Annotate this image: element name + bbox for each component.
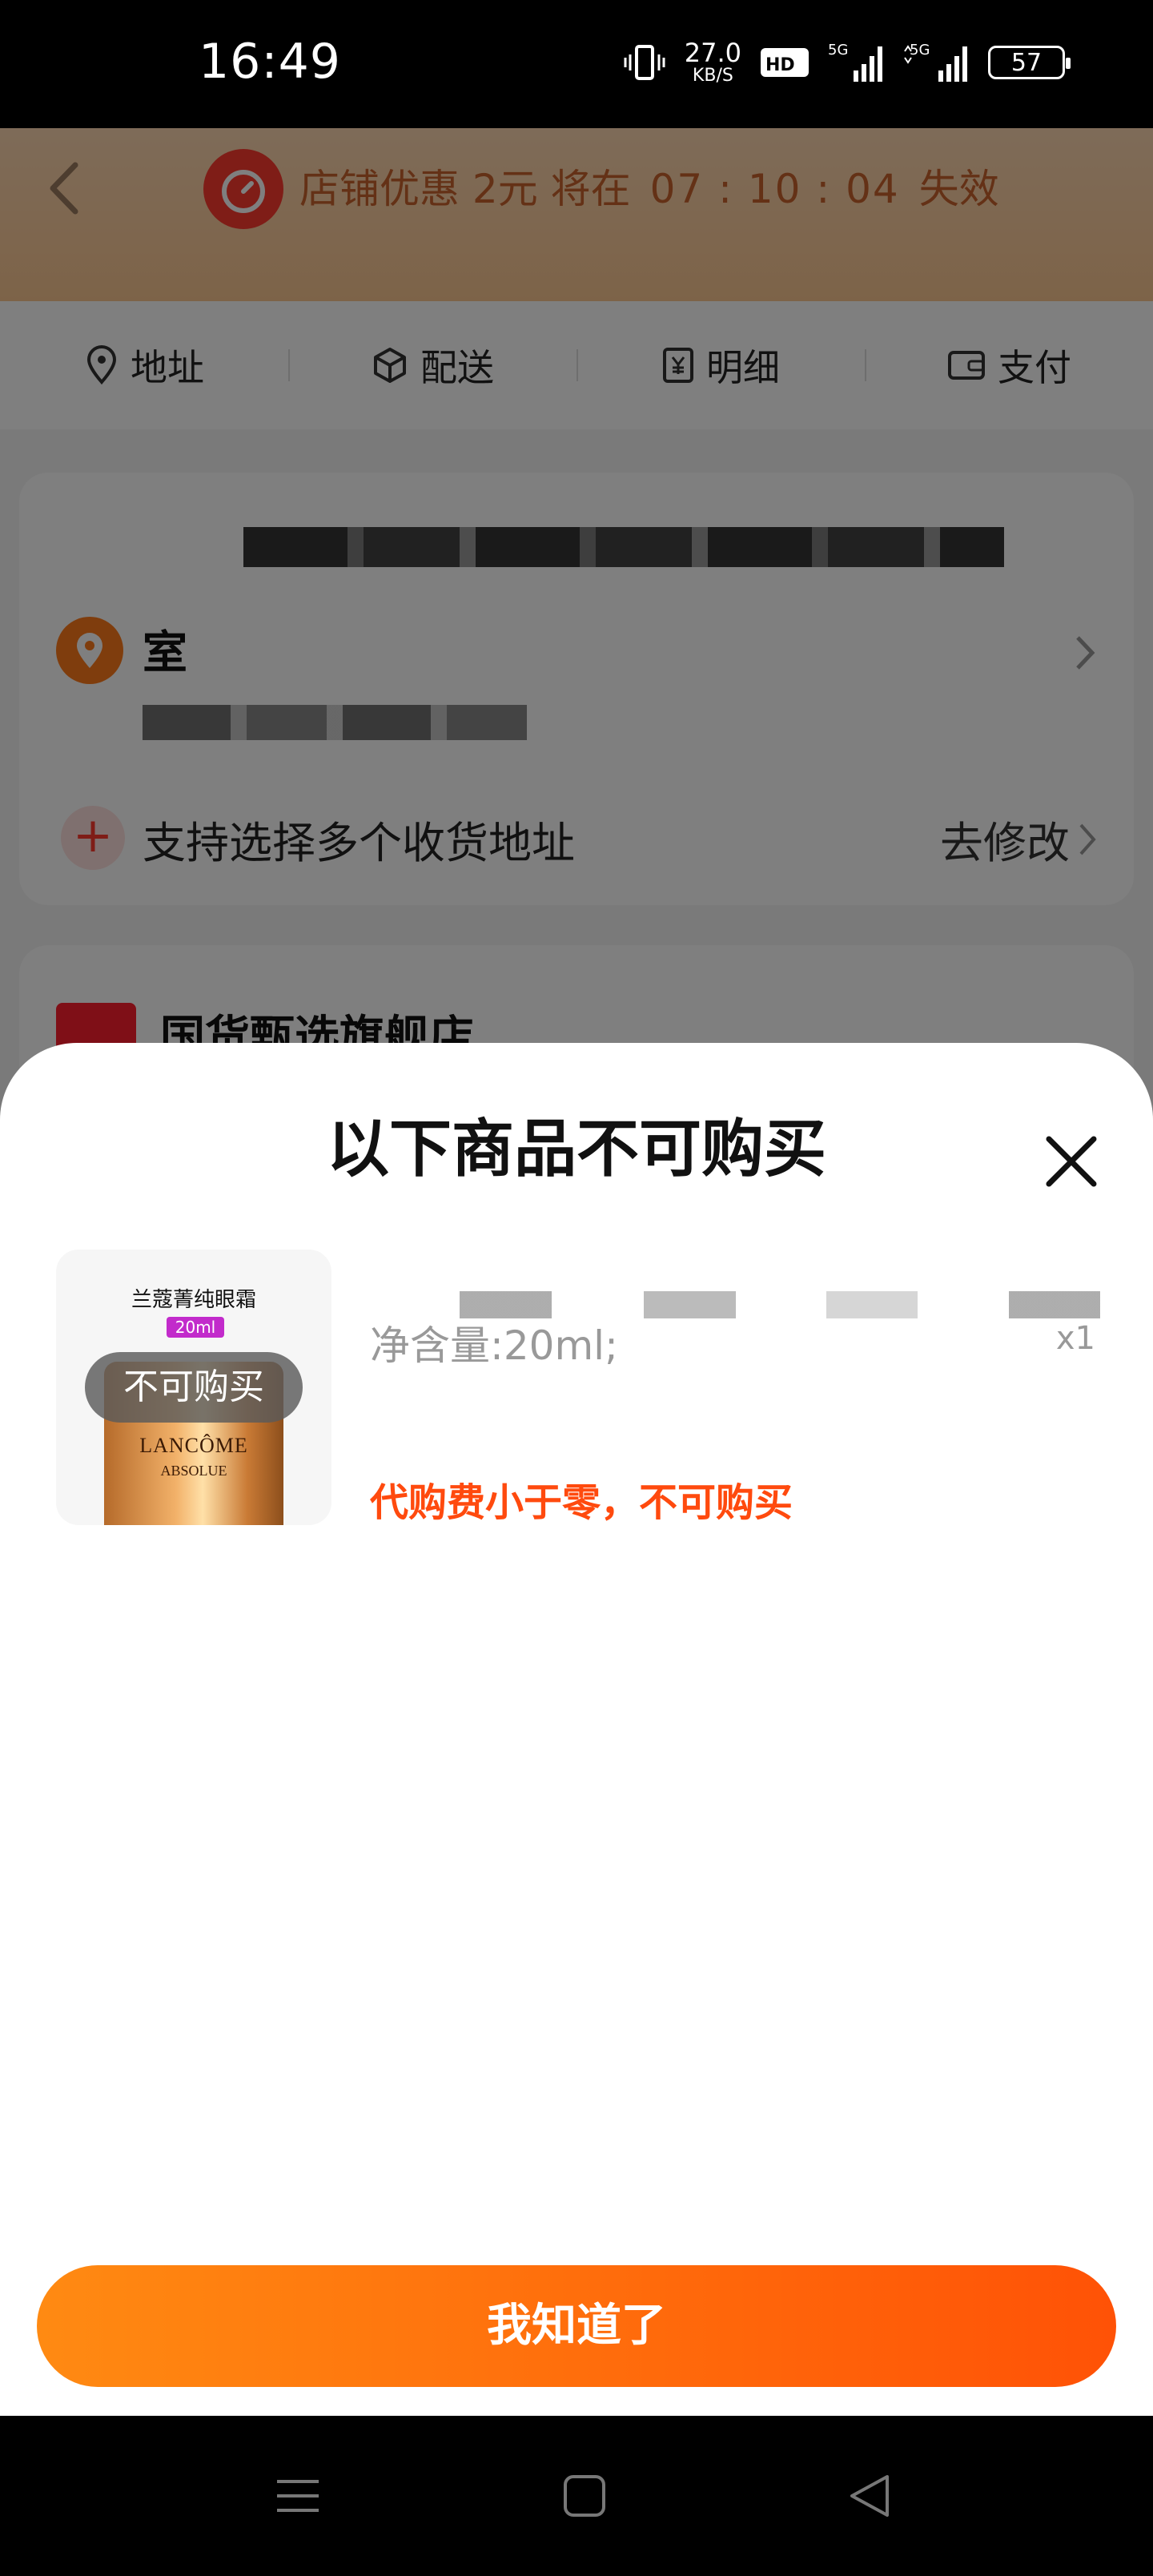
status-icons: 27.0 KB/S HD 5G 5G 57 <box>622 40 1071 85</box>
product-image-size-tag: 20ml <box>167 1317 224 1338</box>
signal-icon-2: 5G <box>903 40 970 85</box>
svg-text:5G: 5G <box>910 42 930 58</box>
battery-indicator: 57 <box>988 46 1071 79</box>
unavailable-items-sheet: 以下商品不可购买 兰蔻菁纯眼霜 20ml LANCÔME ABSOLUE 不可购… <box>0 1043 1153 2416</box>
product-spec: 净含量:20ml; <box>370 1322 618 1369</box>
hd-voice-icon: HD <box>759 45 810 80</box>
recent-apps-icon[interactable] <box>272 2470 323 2522</box>
back-icon[interactable] <box>844 2470 895 2522</box>
home-icon[interactable] <box>559 2470 610 2522</box>
svg-text:5G: 5G <box>828 42 848 58</box>
status-time: 16:49 <box>199 34 341 90</box>
unavailable-badge: 不可购买 <box>85 1352 303 1423</box>
close-icon[interactable] <box>1041 1131 1102 1192</box>
unavailable-reason: 代购费小于零，不可购买 <box>370 1480 793 1525</box>
net-speed: 27.0 KB/S <box>685 40 741 85</box>
product-image-caption: 兰蔻菁纯眼霜 <box>131 1288 256 1312</box>
product-quantity: x1 <box>1055 1320 1095 1357</box>
net-speed-unit: KB/S <box>692 66 733 86</box>
jar-brand-text: LANCÔME <box>139 1434 248 1457</box>
svg-text:HD: HD <box>765 55 795 75</box>
jar-sub-text: ABSOLUE <box>160 1463 227 1479</box>
system-nav-bar <box>0 2416 1153 2576</box>
confirm-button[interactable]: 我知道了 <box>37 2265 1116 2387</box>
sheet-title: 以下商品不可购买 <box>326 1113 826 1185</box>
product-image: 兰蔻菁纯眼霜 20ml LANCÔME ABSOLUE 不可购买 <box>56 1250 331 1525</box>
status-bar: 16:49 27.0 KB/S HD 5G 5G 57 <box>0 0 1153 128</box>
signal-icon-1: 5G <box>828 40 886 85</box>
net-speed-value: 27.0 <box>684 38 741 68</box>
vibrate-icon <box>622 40 667 85</box>
